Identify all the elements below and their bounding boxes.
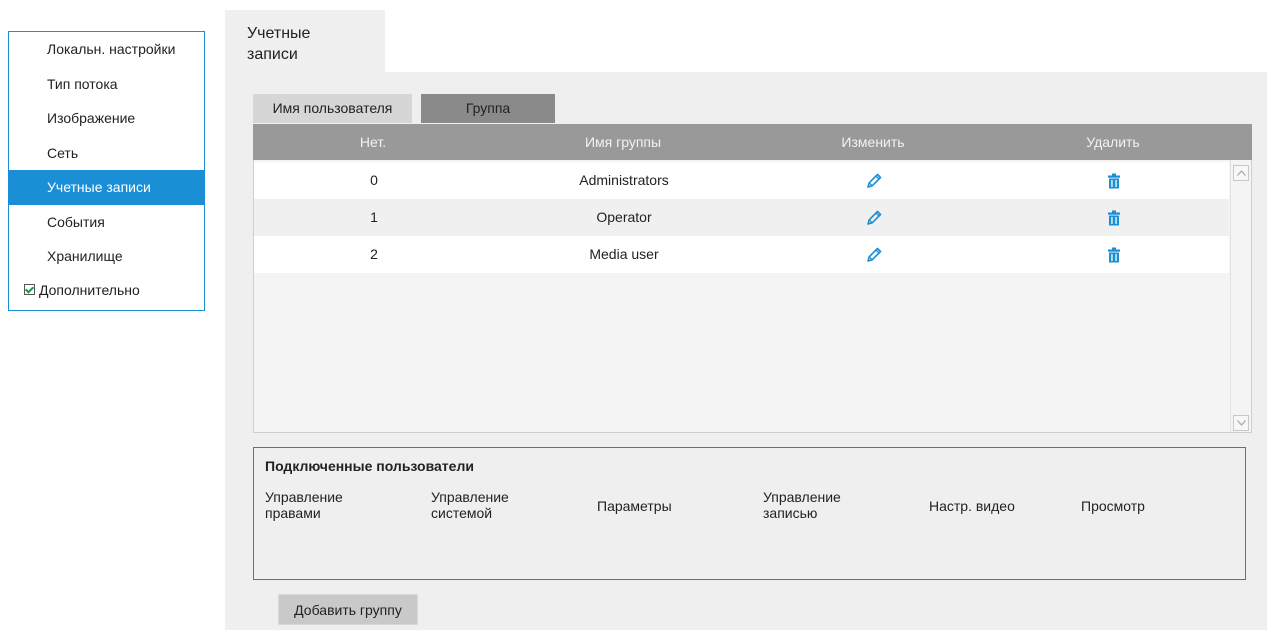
header-group-name: Имя группы	[584, 134, 662, 150]
pencil-icon[interactable]	[865, 209, 883, 227]
row-number: 1	[370, 209, 378, 225]
connected-users-title: Подключенные пользователи	[265, 458, 474, 474]
header-edit: Изменить	[841, 134, 905, 150]
permission-label-line1: Управление	[431, 489, 509, 505]
row-group-name: Media user	[589, 246, 659, 262]
table-row: 2 Media user	[254, 236, 1229, 273]
advanced-toggle[interactable]: Дополнительно	[9, 274, 204, 306]
sidebar-item-local-settings[interactable]: Локальн. настройки	[9, 32, 204, 67]
sidebar-item-accounts[interactable]: Учетные записи	[9, 170, 204, 205]
permission-label-line2: правами	[265, 505, 321, 521]
permission-label-line1: Просмотр	[1081, 498, 1145, 514]
tab-username[interactable]: Имя пользователя	[253, 94, 412, 123]
advanced-label: Дополнительно	[39, 281, 140, 298]
sidebar-item-events[interactable]: События	[9, 205, 204, 240]
permission-system-management: Управление системой	[431, 489, 509, 521]
group-table-header: Нет. Имя группы Изменить Удалить	[253, 124, 1252, 160]
trash-icon[interactable]	[1107, 173, 1121, 189]
row-group-name: Administrators	[579, 172, 669, 188]
sidebar-item-network[interactable]: Сеть	[9, 136, 204, 171]
permission-label-line1: Управление	[265, 489, 343, 505]
sidebar-item-stream-type[interactable]: Тип потока	[9, 67, 204, 102]
table-row: 0 Administrators	[254, 162, 1229, 199]
scroll-down-button[interactable]	[1233, 415, 1249, 431]
trash-icon[interactable]	[1107, 210, 1121, 226]
add-group-button[interactable]: Добавить группу	[278, 594, 418, 625]
advanced-checkbox[interactable]	[24, 284, 35, 295]
pencil-icon[interactable]	[865, 246, 883, 264]
permission-label-line2: записью	[763, 505, 818, 521]
trash-icon[interactable]	[1107, 247, 1121, 263]
permission-video-settings: Настр. видео	[929, 498, 1015, 514]
table-row: 1 Operator	[254, 199, 1229, 236]
group-table-body: 0 Administrators 1 Operator 2 Media user	[253, 160, 1252, 433]
permission-parameters: Параметры	[597, 498, 672, 514]
permission-record-management: Управление записью	[763, 489, 841, 521]
header-number: Нет.	[359, 134, 387, 150]
permission-label-line1: Управление	[763, 489, 841, 505]
chevron-down-icon	[1237, 420, 1246, 426]
sidebar-menu: Локальн. настройки Тип потока Изображени…	[8, 31, 205, 311]
permission-label-line1: Настр. видео	[929, 498, 1015, 514]
header-delete: Удалить	[1086, 134, 1140, 150]
pencil-icon[interactable]	[865, 172, 883, 190]
row-group-name: Operator	[596, 209, 652, 225]
permission-rights-management: Управление правами	[265, 489, 343, 521]
tab-accounts[interactable]: Учетные записи	[225, 10, 385, 72]
row-number: 0	[370, 172, 378, 188]
table-scrollbar[interactable]	[1230, 160, 1250, 432]
chevron-up-icon	[1237, 170, 1246, 176]
tab-group[interactable]: Группа	[421, 94, 555, 123]
sub-tabs: Имя пользователя Группа	[253, 94, 555, 123]
permission-label-line1: Параметры	[597, 498, 672, 514]
scroll-up-button[interactable]	[1233, 165, 1249, 181]
sidebar-item-storage[interactable]: Хранилище	[9, 239, 204, 274]
permission-view: Просмотр	[1081, 498, 1145, 514]
connected-users-panel: Подключенные пользователи Управление пра…	[253, 447, 1246, 580]
row-number: 2	[370, 246, 378, 262]
tab-accounts-label-line1: Учетные	[247, 25, 311, 42]
tab-accounts-label-line2: записи	[247, 46, 298, 63]
permission-label-line2: системой	[431, 505, 493, 521]
sidebar-item-image[interactable]: Изображение	[9, 101, 204, 136]
